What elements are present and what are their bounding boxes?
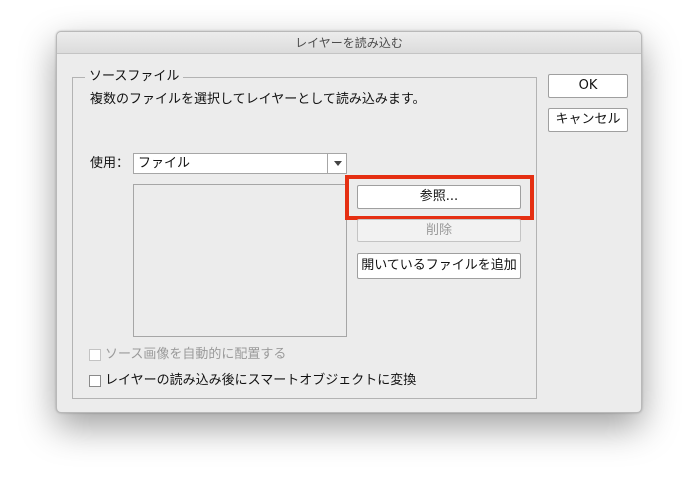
cancel-button[interactable]: キャンセル (548, 108, 628, 132)
load-layers-dialog: レイヤーを読み込む ソースファイル 複数のファイルを選択してレイヤーとして読み込… (56, 31, 642, 413)
use-select-value: ファイル (138, 156, 191, 171)
select-divider (327, 154, 328, 173)
file-list[interactable] (133, 184, 347, 337)
use-label: 使用： (90, 156, 130, 171)
dialog-title: レイヤーを読み込む (57, 32, 641, 54)
auto-align-label: ソース画像を自動的に配置する (105, 347, 287, 362)
source-files-legend: ソースファイル (85, 69, 184, 85)
use-select[interactable]: ファイル (133, 153, 347, 174)
chevron-down-icon (334, 161, 342, 166)
smart-object-checkbox[interactable] (89, 375, 101, 387)
highlight-box (345, 175, 534, 220)
delete-button[interactable]: 削除 (357, 219, 521, 242)
ok-button[interactable]: OK (548, 74, 628, 98)
group-description: 複数のファイルを選択してレイヤーとして読み込みます。 (90, 92, 426, 107)
add-open-files-button[interactable]: 開いているファイルを追加 (357, 253, 521, 279)
auto-align-checkbox[interactable] (89, 349, 101, 361)
smart-object-label: レイヤーの読み込み後にスマートオブジェクトに変換 (105, 373, 417, 388)
